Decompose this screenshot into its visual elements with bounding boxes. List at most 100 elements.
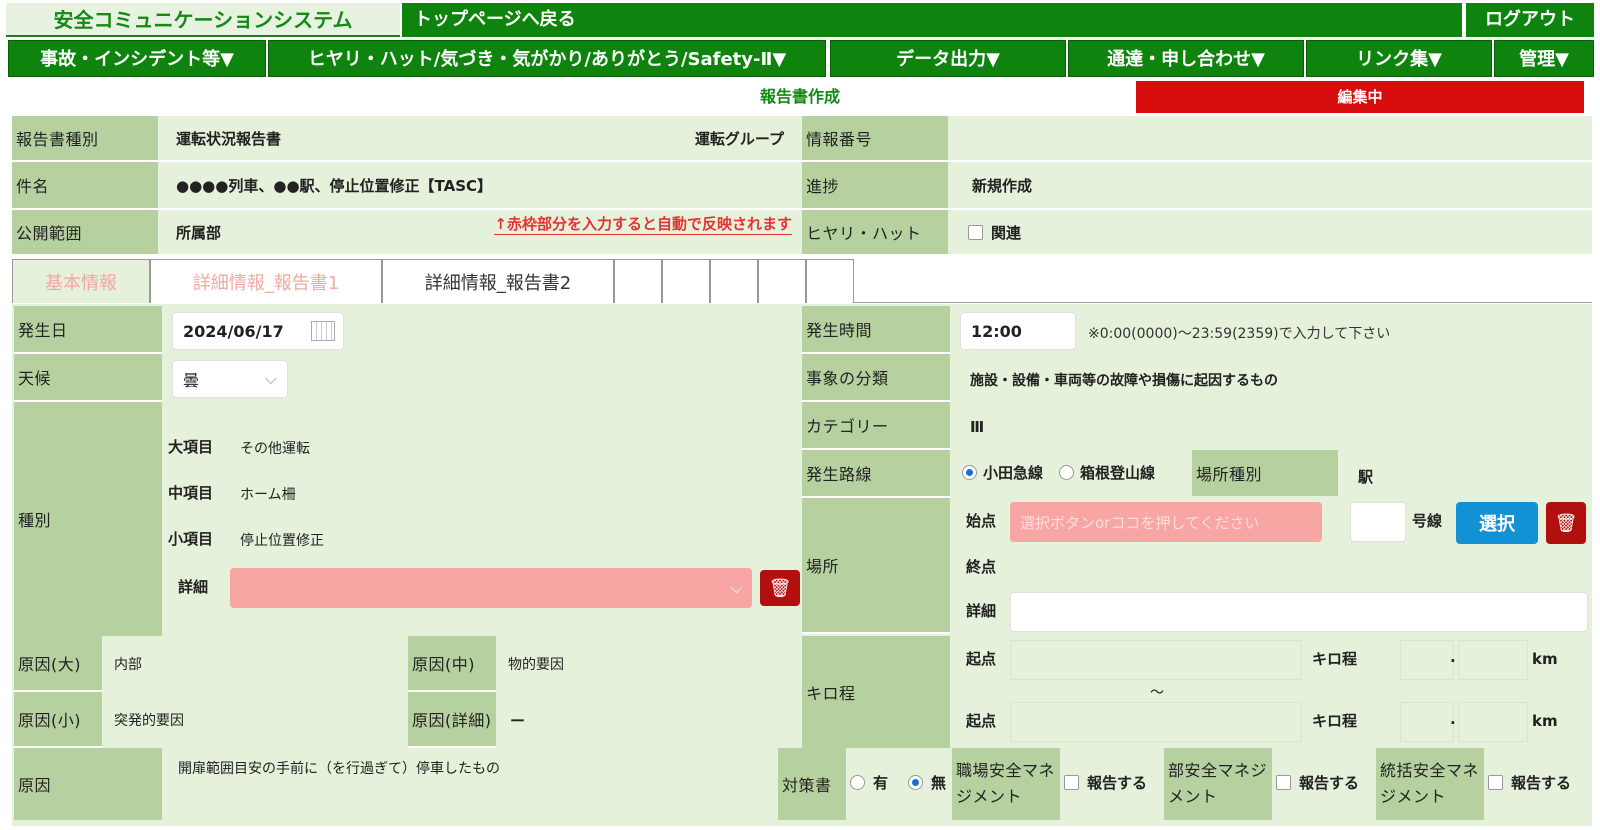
km-dot-1: .	[1450, 648, 1456, 666]
calendar-icon[interactable]	[311, 321, 335, 341]
tab-empty-5[interactable]	[806, 259, 854, 303]
place-detail-input[interactable]	[1010, 592, 1588, 632]
weather-label: 天候	[14, 354, 162, 402]
menu-admin[interactable]: 管理▼	[1494, 40, 1594, 77]
route-label: 発生路線	[802, 450, 950, 498]
report-type-label: 報告書種別	[12, 116, 158, 162]
detail-label: 詳細	[178, 578, 209, 596]
tab-empty-1[interactable]	[614, 259, 662, 303]
trash-icon: 🗑	[1554, 512, 1578, 534]
km-unit-label-2: キロ程	[1312, 712, 1358, 730]
subject-value: ●●●●列車、●●駅、停止位置修正【TASC】	[158, 162, 802, 210]
dept-mgmt-label: 部安全マネジメント	[1164, 748, 1272, 820]
scope-label: 公開範囲	[12, 210, 158, 256]
start-label: 始点	[966, 512, 997, 530]
place-label: 場所	[802, 498, 950, 634]
tab-empty-2[interactable]	[662, 259, 710, 303]
menu-notices[interactable]: 通達・申し合わせ▼	[1068, 40, 1304, 77]
report-type-value: 運転状況報告書 運転グループ	[158, 116, 802, 162]
km-label: キロ程	[802, 636, 950, 748]
route-options: 小田急線 箱根登山線	[962, 462, 1155, 483]
back-to-top-link[interactable]: トップページへ戻る	[402, 3, 1462, 37]
track-suffix: 号線	[1412, 512, 1443, 530]
km-unit-2: km	[1532, 712, 1558, 730]
time-label: 発生時間	[802, 306, 950, 354]
hiyari-row: 関連	[948, 210, 1592, 256]
scope-row: 所属部 ↑赤枠部分を入力すると自動で反映されます	[158, 210, 802, 256]
major-value: その他運転	[240, 441, 310, 457]
major-label: 大項目	[168, 438, 214, 456]
hiyari-related-label: 関連	[991, 223, 1022, 242]
progress-label: 進捗	[802, 162, 948, 210]
detail-delete-button[interactable]: 🗑	[760, 570, 800, 606]
place-type-value: 駅	[1358, 468, 1374, 486]
event-class-label: 事象の分類	[802, 354, 950, 402]
measure-yes-label: 有	[873, 774, 889, 792]
category-value: Ⅲ	[970, 418, 985, 436]
cause-detail-value: ー	[510, 712, 526, 730]
km-start1-int-input[interactable]	[1400, 640, 1454, 680]
auto-reflect-note: ↑赤枠部分を入力すると自動で反映されます	[494, 215, 792, 235]
km-tilde: 〜	[1150, 685, 1164, 701]
logout-button[interactable]: ログアウト	[1466, 3, 1594, 37]
workplace-report: 報告する	[1064, 772, 1147, 793]
menu-links[interactable]: リンク集▼	[1306, 40, 1492, 77]
km-start2-int-input[interactable]	[1400, 702, 1454, 742]
tab-empty-3[interactable]	[710, 259, 758, 303]
tab-detail-1[interactable]: 詳細情報_報告書1	[150, 259, 382, 303]
workplace-report-label: 報告する	[1087, 774, 1148, 792]
route-odakyu-radio[interactable]	[962, 465, 977, 480]
km-start1-input[interactable]	[1010, 640, 1302, 680]
menu-hiyari[interactable]: ヒヤリ・ハット/気づき・気がかり/ありがとう/Safety-Ⅱ▼	[268, 40, 826, 77]
measure-options: 有 無	[850, 772, 946, 793]
cause-text[interactable]: 開扉範囲目安の手前に（を行過ぎて）停車したもの	[178, 758, 500, 778]
middle-value: ホーム柵	[240, 487, 296, 503]
cause-mid-value: 物的要因	[508, 657, 564, 673]
km-start2-input[interactable]	[1010, 702, 1302, 742]
weather-select[interactable]: 曇 ⌵	[172, 360, 288, 398]
workplace-report-checkbox[interactable]	[1064, 775, 1079, 790]
measure-no-label: 無	[931, 774, 947, 792]
date-input[interactable]: 2024/06/17	[172, 312, 344, 350]
place-delete-button[interactable]: 🗑	[1546, 502, 1586, 544]
km-start2-label: 起点	[966, 712, 997, 730]
cause-small-label: 原因(小)	[14, 692, 102, 748]
category-label: カテゴリー	[802, 402, 950, 450]
system-name: 安全コミュニケーションシステム	[6, 3, 400, 37]
progress-value: 新規作成	[948, 162, 1592, 210]
middle-label: 中項目	[168, 484, 214, 502]
total-report-label: 報告する	[1511, 774, 1572, 792]
menu-accident[interactable]: 事故・インシデント等▼	[8, 40, 266, 77]
cause-mid-label: 原因(中)	[408, 636, 496, 692]
select-button[interactable]: 選択	[1456, 502, 1538, 544]
measure-label: 対策書	[778, 748, 846, 820]
start-place-input[interactable]: 選択ボタンorココを押してください	[1010, 502, 1322, 542]
workplace-mgmt-label: 職場安全マネジメント	[952, 748, 1060, 820]
km-dot-2: .	[1450, 710, 1456, 728]
detail-select[interactable]: ⌵	[230, 568, 752, 608]
tab-empty-4[interactable]	[758, 259, 806, 303]
total-mgmt-label: 統括安全マネジメント	[1376, 748, 1484, 820]
report-create-title: 報告書作成	[759, 87, 840, 106]
measure-no-radio[interactable]	[908, 775, 924, 790]
hiyari-label: ヒヤリ・ハット	[802, 210, 948, 256]
subject-label: 件名	[12, 162, 158, 210]
time-input[interactable]: 12:00	[960, 312, 1076, 350]
hiyari-related-checkbox[interactable]	[968, 224, 983, 240]
measure-yes-radio[interactable]	[850, 775, 865, 790]
dept-report-label: 報告する	[1299, 774, 1360, 792]
menu-data-export[interactable]: データ出力▼	[830, 40, 1066, 77]
track-number-input[interactable]	[1350, 502, 1406, 542]
dept-report: 報告する	[1276, 772, 1359, 793]
total-report-checkbox[interactable]	[1488, 775, 1503, 790]
km-start2-dec-input[interactable]	[1458, 702, 1528, 742]
route-hakone-radio[interactable]	[1059, 465, 1075, 480]
km-start1-label: 起点	[966, 650, 997, 668]
tab-detail-2[interactable]: 詳細情報_報告書2	[382, 259, 614, 303]
cause-large-label: 原因(大)	[14, 636, 102, 692]
km-start1-dec-input[interactable]	[1458, 640, 1528, 680]
dept-report-checkbox[interactable]	[1276, 775, 1291, 790]
cause-detail-label: 原因(詳細)	[408, 692, 496, 748]
tab-basic-info[interactable]: 基本情報	[12, 259, 150, 303]
cause-label: 原因	[14, 748, 162, 820]
